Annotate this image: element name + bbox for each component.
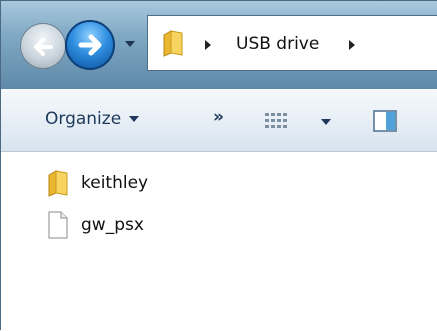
address-bar-area: USB drive [1,1,437,89]
views-dropdown-icon[interactable] [321,119,331,125]
command-toolbar: Organize » [1,89,437,152]
organize-label: Organize [45,109,122,129]
preview-pane-icon[interactable] [373,110,397,132]
more-commands-button[interactable]: » [213,107,224,127]
back-button[interactable] [20,23,66,69]
back-arrow-icon [34,38,53,56]
list-item[interactable]: gw_psx [45,210,144,240]
folder-icon [163,30,183,57]
forward-button[interactable] [65,20,115,70]
file-icon [48,211,68,239]
folder-icon [48,170,68,197]
address-box[interactable]: USB drive [147,15,437,71]
file-list: keithley gw_psx [1,152,437,331]
explorer-window: USB drive Organize » keithley gw_psx [0,0,437,331]
views-icon[interactable] [263,111,293,133]
list-item[interactable]: keithley [45,168,148,198]
file-name: gw_psx [81,215,144,235]
breadcrumb-separator-icon[interactable] [349,40,355,50]
breadcrumb-separator-icon[interactable] [205,40,211,50]
breadcrumb-item[interactable]: USB drive [236,34,319,54]
chevron-down-icon [129,116,140,122]
recent-pages-dropdown-icon[interactable] [123,37,137,51]
file-name: keithley [81,173,149,193]
organize-button[interactable]: Organize [45,109,140,129]
forward-arrow-icon [78,34,102,56]
